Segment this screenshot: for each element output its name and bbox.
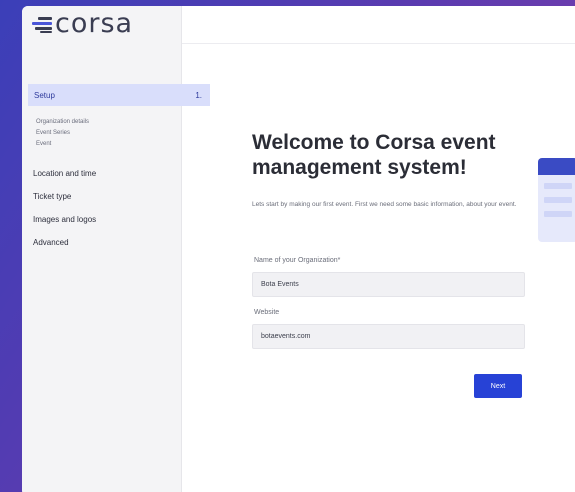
next-button[interactable]: Next	[474, 374, 522, 398]
preview-card-line	[544, 197, 572, 203]
sidebar-item-label: Setup	[34, 90, 55, 100]
sidebar: corsa Setup 1. Organization details Even…	[22, 6, 210, 492]
intro-text: Lets start by making our first event. Fi…	[252, 201, 517, 208]
sidebar-item-location-and-time[interactable]: Location and time	[33, 169, 96, 178]
sidebar-item-advanced[interactable]: Advanced	[33, 238, 69, 247]
org-field-label: Name of your Organization*	[254, 257, 341, 264]
sub-item-organization-details[interactable]: Organization details	[36, 117, 89, 128]
top-bar	[182, 6, 575, 44]
sidebar-item-images-and-logos[interactable]: Images and logos	[33, 215, 96, 224]
corsa-logo: corsa	[32, 8, 133, 39]
website-input[interactable]: botaevents.com	[252, 324, 525, 349]
preview-card-line	[544, 211, 572, 217]
app-window: corsa Setup 1. Organization details Even…	[22, 6, 575, 492]
sub-item-event[interactable]: Event	[36, 139, 89, 150]
organization-name-input[interactable]: Bota Events	[252, 272, 525, 297]
website-field-label: Website	[254, 309, 280, 316]
preview-card-line	[544, 183, 572, 189]
preview-card-header	[538, 158, 575, 175]
page-title: Welcome to Corsa event management system…	[252, 131, 496, 179]
corsa-logo-icon	[32, 15, 52, 33]
preview-card	[538, 158, 575, 242]
logo-text: corsa	[55, 8, 134, 39]
setup-sub-items: Organization details Event Series Event	[36, 117, 89, 150]
sub-item-event-series[interactable]: Event Series	[36, 128, 89, 139]
step-number: 1.	[195, 90, 202, 100]
sidebar-item-setup[interactable]: Setup 1.	[28, 84, 210, 106]
sidebar-item-ticket-type[interactable]: Ticket type	[33, 192, 71, 201]
